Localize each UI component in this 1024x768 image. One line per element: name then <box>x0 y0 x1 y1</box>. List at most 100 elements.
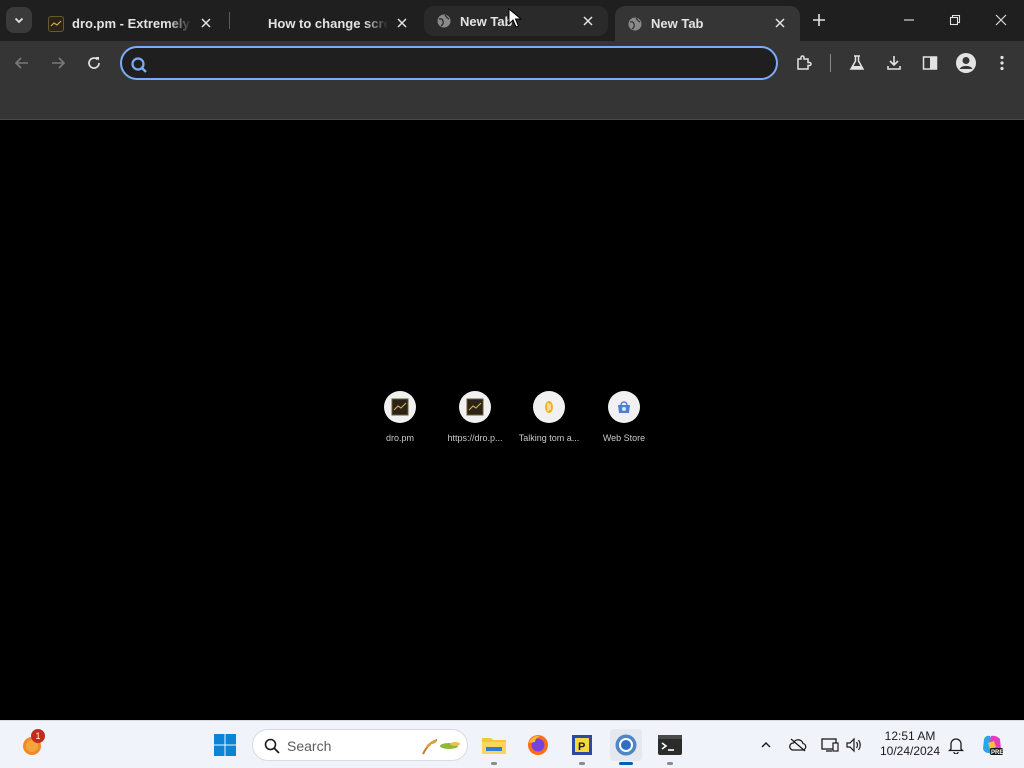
downloads-button[interactable] <box>880 49 908 77</box>
profile-button[interactable] <box>952 49 980 77</box>
new-tab-page: dro.pm https://dro.p... Talking tom a...… <box>0 121 1024 720</box>
chevron-up-icon <box>761 742 771 748</box>
restore-button[interactable] <box>932 0 978 40</box>
reload-icon <box>88 57 100 69</box>
browser-toolbar <box>0 41 1024 85</box>
address-input[interactable] <box>156 52 756 74</box>
svg-text:PRE: PRE <box>991 750 1003 756</box>
copilot-button[interactable]: PRE <box>980 733 1004 757</box>
blank-favicon <box>244 16 260 32</box>
widgets-button[interactable]: 1 <box>16 729 48 761</box>
tab-title: How to change screen <box>268 16 388 31</box>
side-panel-button[interactable] <box>916 49 944 77</box>
running-indicator <box>579 762 585 765</box>
tab-title: dro.pm - Extremely Sh <box>72 16 192 31</box>
notification-badge: 1 <box>31 729 45 743</box>
shortcut-label: Web Store <box>602 433 646 443</box>
shortcut-tile[interactable]: Web Store <box>586 389 662 449</box>
clock-time: 12:51 AM <box>884 729 936 743</box>
forward-button[interactable] <box>44 49 72 77</box>
search-icon <box>264 738 280 754</box>
shortcut-tile[interactable]: Talking tom a... <box>511 389 587 449</box>
cloud-off-icon <box>789 738 807 752</box>
terminal-icon <box>658 735 682 755</box>
tab-title: New Tab <box>651 16 704 31</box>
taskbar-search[interactable]: Search <box>252 729 468 761</box>
talking-tom-icon <box>533 391 565 423</box>
app-p-icon: P <box>572 735 592 755</box>
shortcut-tile[interactable]: https://dro.p... <box>437 389 513 449</box>
dro-pm-favicon-icon <box>48 15 64 32</box>
menu-button[interactable] <box>988 49 1016 77</box>
globe-icon <box>436 13 452 29</box>
copilot-icon: PRE <box>983 735 1003 756</box>
search-icon <box>131 57 147 73</box>
arrow-right-icon <box>52 57 66 69</box>
dro-pm-favicon-icon <box>384 391 416 423</box>
network-icon <box>821 738 839 752</box>
search-placeholder: Search <box>287 738 332 754</box>
search-highlight-icon <box>422 739 460 755</box>
firefox-icon <box>528 735 548 755</box>
show-hidden-icons-button[interactable] <box>756 735 776 755</box>
close-icon[interactable] <box>772 15 788 31</box>
tab-dro-pm[interactable]: dro.pm - Extremely Sh <box>36 6 226 41</box>
clock-date: 10/24/2024 <box>879 744 941 758</box>
windows-taskbar: 1 Search P 12:51 AM 10/24/2024 PRE <box>0 720 1024 768</box>
shortcut-label: dro.pm <box>385 433 414 443</box>
avatar-icon <box>956 53 976 73</box>
toolbar-divider <box>830 54 831 72</box>
minimize-button[interactable] <box>886 0 932 40</box>
minimize-icon <box>904 19 914 21</box>
shortcut-tile[interactable]: dro.pm <box>362 389 438 449</box>
taskbar-chrome[interactable] <box>610 729 642 765</box>
new-tab-button[interactable] <box>808 9 830 31</box>
globe-icon <box>627 16 643 32</box>
close-window-button[interactable] <box>978 0 1024 40</box>
running-indicator <box>667 762 673 765</box>
bell-icon <box>948 738 964 754</box>
windows-logo-icon <box>214 734 236 756</box>
notifications-button[interactable] <box>946 735 966 755</box>
close-icon[interactable] <box>198 15 214 31</box>
tab-how-to-change-screen[interactable]: How to change screen <box>232 6 422 41</box>
flask-icon <box>849 55 865 70</box>
tab-new-tab-active[interactable]: New Tab <box>615 6 800 41</box>
plus-icon <box>813 14 825 26</box>
back-button[interactable] <box>8 49 36 77</box>
volume-tray[interactable] <box>844 735 864 755</box>
taskbar-file-explorer[interactable] <box>478 729 510 765</box>
reload-button[interactable] <box>80 49 108 77</box>
chevron-down-icon <box>14 17 24 24</box>
dro-pm-favicon-icon <box>459 391 491 423</box>
tab-separator <box>229 12 230 29</box>
shortcut-label: https://dro.p... <box>447 433 503 443</box>
address-bar[interactable] <box>120 46 778 80</box>
network-tray[interactable] <box>820 735 840 755</box>
shortcut-label: Talking tom a... <box>518 433 580 443</box>
taskbar-terminal[interactable] <box>654 729 686 765</box>
taskbar-firefox[interactable] <box>522 729 554 761</box>
close-icon[interactable] <box>580 13 596 29</box>
download-icon <box>887 56 901 70</box>
taskbar-app-p[interactable]: P <box>566 729 598 765</box>
speaker-icon <box>846 737 861 753</box>
shortcut-tiles: dro.pm https://dro.p... Talking tom a...… <box>362 389 662 449</box>
running-indicator <box>619 762 633 765</box>
folder-icon <box>482 738 506 754</box>
side-panel-icon <box>922 56 938 70</box>
mouse-cursor-icon <box>508 8 522 28</box>
puzzle-icon <box>797 55 812 70</box>
tab-search-button[interactable] <box>6 7 32 33</box>
svg-text:P: P <box>578 741 585 753</box>
web-store-icon <box>608 391 640 423</box>
kebab-menu-icon <box>1000 55 1004 71</box>
system-clock[interactable]: 12:51 AM 10/24/2024 <box>872 729 948 759</box>
close-icon[interactable] <box>394 15 410 31</box>
close-icon <box>995 14 1007 26</box>
labs-button[interactable] <box>843 49 871 77</box>
restore-icon <box>949 14 961 26</box>
extensions-button[interactable] <box>790 49 818 77</box>
start-button[interactable] <box>209 729 241 761</box>
onedrive-tray[interactable] <box>788 735 808 755</box>
